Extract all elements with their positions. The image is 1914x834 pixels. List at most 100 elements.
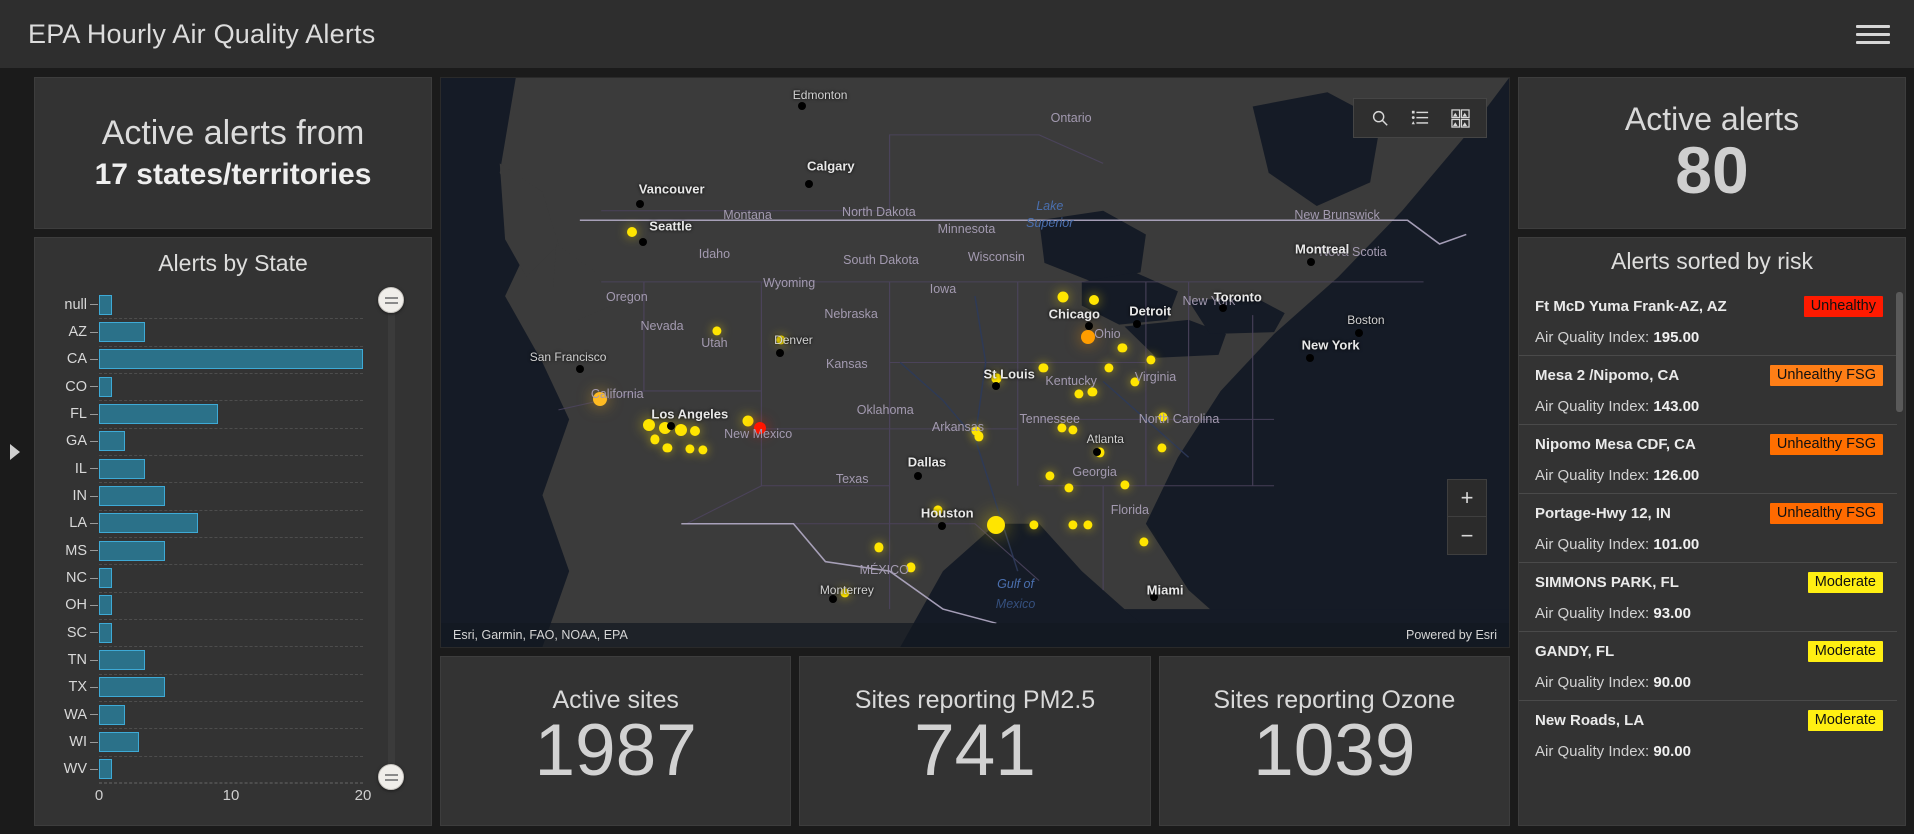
zoom-in-button[interactable]: + xyxy=(1448,480,1486,517)
map-alert-point[interactable] xyxy=(593,392,608,407)
risk-list-item[interactable]: GANDY, FL Moderate Air Quality Index: 90.0… xyxy=(1519,631,1897,700)
chart-bar-row[interactable]: FL xyxy=(70,404,363,424)
basemap-gallery-icon[interactable] xyxy=(1448,106,1472,130)
chart-gridline xyxy=(99,373,363,374)
risk-item-aqi-value: 93.00 xyxy=(1653,605,1691,622)
chart-y-tick xyxy=(90,550,98,552)
chart-bar-row[interactable]: CA xyxy=(67,349,363,370)
search-icon[interactable] xyxy=(1368,106,1392,130)
risk-item-aqi: Air Quality Index: 195.00 xyxy=(1535,329,1700,346)
chart-bar-row[interactable]: CO xyxy=(65,376,363,397)
chart-bar[interactable] xyxy=(99,677,165,698)
map-alert-point[interactable] xyxy=(1088,294,1099,305)
chart-bar-row[interactable]: WI xyxy=(69,732,363,752)
chart-gridline xyxy=(99,755,363,757)
chart-bar-row[interactable]: WV xyxy=(64,759,363,780)
chart-bar-row[interactable]: GA xyxy=(66,431,363,452)
chart-bar[interactable] xyxy=(99,759,113,780)
chart-y-tick xyxy=(90,577,98,579)
chart-bar[interactable] xyxy=(99,294,113,315)
chart-bar-row[interactable]: SC xyxy=(67,622,363,643)
chart-range-slider-handle-bottom[interactable] xyxy=(378,764,404,790)
chart-bar-row[interactable]: WA xyxy=(64,704,363,725)
active-alerts-kpi-card: Active alerts 80 xyxy=(1518,77,1906,229)
chart-bar[interactable] xyxy=(99,349,363,370)
states-kpi-line2: 17 states/territories xyxy=(94,157,372,191)
risk-alert-list[interactable]: Ft McD Yuma Frank-AZ, AZ Unhealthy Air Qua… xyxy=(1519,287,1905,825)
chart-bar[interactable] xyxy=(99,568,113,588)
expand-panel-arrow-icon[interactable] xyxy=(10,443,20,460)
risk-list-item[interactable]: Nipomo Mesa CDF, CA Unhealthy FSG Air Qual… xyxy=(1519,424,1897,493)
chart-bar[interactable] xyxy=(99,486,165,506)
risk-list-scrollbar[interactable] xyxy=(1896,292,1903,412)
map-basemap xyxy=(441,78,1509,647)
risk-list-item[interactable]: Ft McD Yuma Frank-AZ, AZ Unhealthy Air Qua… xyxy=(1519,287,1897,355)
chart-bar-row[interactable]: LA xyxy=(69,513,363,534)
map-city-dot xyxy=(1306,353,1315,362)
chart-bar[interactable] xyxy=(99,540,165,561)
chart-y-tick-label: AZ xyxy=(68,324,87,340)
chart-bar[interactable] xyxy=(99,322,146,342)
map-alert-point[interactable] xyxy=(987,515,1006,534)
risk-list-item[interactable]: Portage-Hwy 12, IN Unhealthy FSG Air Quali… xyxy=(1519,493,1897,562)
chart-bar-row[interactable]: AZ xyxy=(68,322,363,342)
map-city-dot xyxy=(937,522,946,531)
risk-item-site-name: SIMMONS PARK, FL xyxy=(1535,574,1679,591)
chart-gridline xyxy=(99,564,363,566)
map-alert-point[interactable] xyxy=(754,421,767,434)
risk-list-item[interactable]: SIMMONS PARK, FL Moderate Air Quality Inde… xyxy=(1519,562,1897,631)
zoom-out-button[interactable]: − xyxy=(1448,517,1486,554)
risk-item-site-name: Portage-Hwy 12, IN xyxy=(1535,505,1671,522)
chart-bar-row[interactable]: TN xyxy=(68,650,363,670)
chart-gridline xyxy=(99,482,363,484)
risk-list-item[interactable]: New Roads, LA Moderate Air Quality Index: … xyxy=(1519,700,1897,769)
risk-item-header: SIMMONS PARK, FL Moderate xyxy=(1535,572,1883,593)
map-alert-point[interactable] xyxy=(1081,329,1096,344)
map-alert-point[interactable] xyxy=(1057,291,1069,303)
chart-bar[interactable] xyxy=(99,458,146,479)
chart-x-tick-label: 10 xyxy=(222,787,240,804)
map-alert-point[interactable] xyxy=(643,419,656,432)
risk-item-site-name: New Roads, LA xyxy=(1535,712,1645,729)
risk-item-aqi-value: 90.00 xyxy=(1653,743,1691,760)
alerts-map[interactable]: Ontario Montana North Dakota Minnesota Orego… xyxy=(440,77,1510,648)
map-alert-point[interactable] xyxy=(675,423,688,436)
chart-bar[interactable] xyxy=(99,732,139,752)
chart-bar[interactable] xyxy=(99,404,218,424)
risk-item-aqi: Air Quality Index: 126.00 xyxy=(1535,467,1700,484)
chart-bar-row[interactable]: IL xyxy=(75,458,363,479)
risk-item-site-name: Nipomo Mesa CDF, CA xyxy=(1535,436,1696,453)
chart-bar-row[interactable]: TX xyxy=(68,677,363,698)
chart-y-tick-label: IN xyxy=(72,488,88,504)
chart-y-tick xyxy=(90,659,98,661)
dashboard-body: Active alerts from 17 states/territories… xyxy=(0,69,1914,834)
risk-list-item[interactable]: Mesa 2 /Nipomo, CA Unhealthy FSG Air Quali… xyxy=(1519,355,1897,424)
legend-icon[interactable] xyxy=(1408,106,1432,130)
risk-item-aqi-value: 90.00 xyxy=(1653,674,1691,691)
chart-range-slider-track[interactable] xyxy=(388,300,395,777)
chart-bar-row[interactable]: OH xyxy=(65,595,363,616)
risk-item-header: Portage-Hwy 12, IN Unhealthy FSG xyxy=(1535,503,1883,524)
chart-x-axis-ticks: 0 10 20 xyxy=(95,787,372,813)
map-alert-point[interactable] xyxy=(627,226,638,237)
chart-bar[interactable] xyxy=(99,376,113,397)
map-city-dot xyxy=(1133,320,1142,329)
map-zoom-controls: + − xyxy=(1447,479,1487,555)
map-alert-point[interactable] xyxy=(690,425,701,436)
chart-bar-row[interactable]: IN xyxy=(73,486,363,506)
chart-bar[interactable] xyxy=(99,595,113,616)
map-attribution-text: Esri, Garmin, FAO, NOAA, EPA xyxy=(453,628,628,642)
chart-bar[interactable] xyxy=(99,704,126,725)
chart-bar[interactable] xyxy=(99,622,113,643)
chart-x-tick-label: 0 xyxy=(94,787,104,804)
chart-bar[interactable] xyxy=(99,431,126,452)
map-city-dot xyxy=(1150,592,1159,601)
chart-bar-row[interactable]: null xyxy=(64,294,363,315)
chart-bar[interactable] xyxy=(99,650,146,670)
chart-range-slider-handle-top[interactable] xyxy=(378,287,404,313)
chart-bar-row[interactable]: MS xyxy=(65,540,363,561)
hamburger-icon[interactable] xyxy=(1856,19,1890,49)
chart-bar[interactable] xyxy=(99,513,198,534)
chart-bar-row[interactable]: NC xyxy=(66,568,363,588)
map-alert-point[interactable] xyxy=(742,415,754,427)
